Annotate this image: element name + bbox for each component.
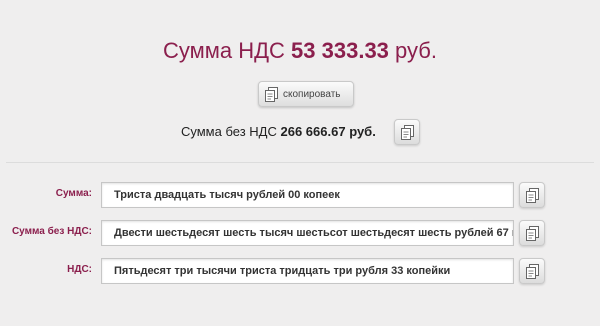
row-label-vat: НДС: (67, 264, 92, 275)
copy-button-label: скопировать (283, 88, 341, 100)
vat-amount: 53 333.33 (291, 38, 389, 63)
net-in-words-field[interactable]: Двести шестьдесят шесть тысяч шестьсот ш… (101, 220, 514, 246)
row-label-net: Сумма без НДС: (11, 226, 92, 237)
row-label-sum: Сумма: (55, 188, 92, 199)
vat-currency: руб. (395, 38, 437, 63)
vat-in-words-field[interactable]: Пятьдесят три тысячи триста тридцать три… (101, 258, 514, 284)
copy-net-button[interactable] (394, 119, 420, 145)
copy-net-words-button[interactable] (519, 220, 545, 246)
copy-document-icon (400, 124, 414, 140)
sum-in-words-field[interactable]: Триста двадцать тысяч рублей 00 копеек (101, 182, 514, 208)
net-amount-line: Сумма без НДС 266 666.67 руб. (181, 124, 376, 139)
vat-label: Сумма НДС (163, 38, 285, 63)
net-amount: 266 666.67 (280, 124, 346, 139)
section-divider (6, 162, 594, 163)
copy-vat-button[interactable]: скопировать (258, 81, 354, 107)
net-label: Сумма без НДС (181, 124, 277, 139)
vat-amount-headline: Сумма НДС 53 333.33 руб. (6, 38, 594, 64)
copy-document-icon (525, 263, 539, 279)
copy-document-icon (265, 86, 278, 102)
net-currency: руб. (349, 124, 376, 139)
copy-document-icon (525, 187, 539, 203)
result-panel: Сумма НДС 53 333.33 руб. скопировать Сум… (6, 0, 594, 160)
copy-sum-words-button[interactable] (519, 182, 545, 208)
copy-document-icon (525, 225, 539, 241)
copy-vat-words-button[interactable] (519, 258, 545, 284)
